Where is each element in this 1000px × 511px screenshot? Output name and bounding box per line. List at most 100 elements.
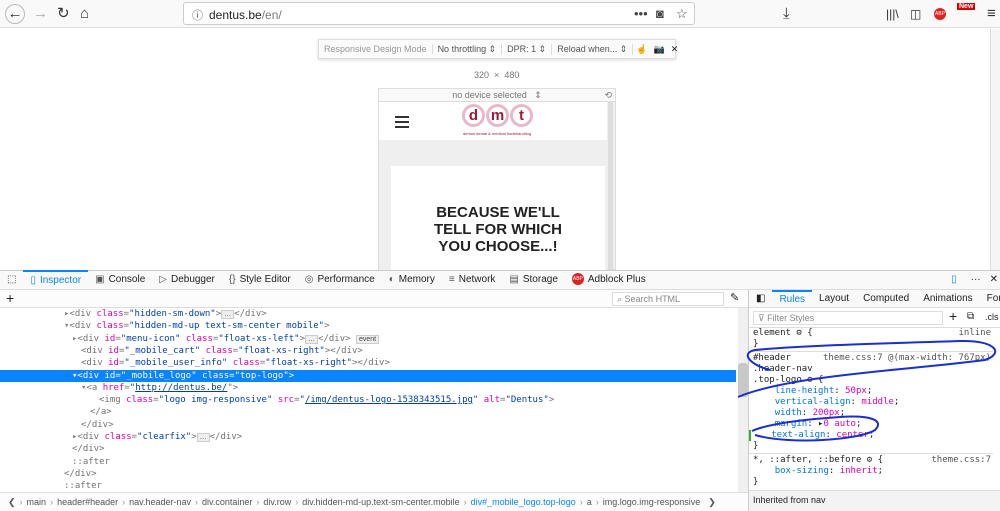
markup-node[interactable]: <div id="_mobile_cart" class="float-xs-r… <box>0 345 736 357</box>
responsive-mode-icon[interactable]: ▯ <box>944 270 964 290</box>
href-link[interactable]: http://dentus.be/ <box>135 383 227 393</box>
close-devtools-icon[interactable]: ✕ <box>988 270 1000 290</box>
rule-selector[interactable]: element ⚙ {inline <box>749 328 993 339</box>
site-logo[interactable]: d m t <box>462 104 533 127</box>
sidebar-icon[interactable]: ◫ <box>910 5 921 23</box>
markup-node[interactable]: </div> <box>0 443 736 455</box>
pocket-icon[interactable]: ◙ <box>656 6 664 21</box>
pick-element-icon[interactable]: ⬚ <box>0 270 23 290</box>
library-icon[interactable]: |||\ <box>886 5 899 23</box>
tab-layout[interactable]: Layout <box>812 290 856 308</box>
rule-selector[interactable]: #header theme.css:7 @(max-width: 767px) <box>749 353 993 364</box>
markup-node[interactable]: ▾<a href="http://dentus.be/"> <box>0 382 736 394</box>
declaration[interactable]: line-height: 50px; <box>749 386 993 397</box>
home-icon[interactable]: ⌂ <box>80 5 89 23</box>
menu-icon[interactable]: ≡ <box>987 5 996 23</box>
info-icon[interactable]: ⓘ <box>192 7 203 23</box>
markup-node[interactable]: ▸<div class="hidden-sm-down">… </div> <box>0 308 736 320</box>
tab-animations[interactable]: Animations <box>916 290 979 308</box>
declaration[interactable]: box-sizing: inherit; <box>749 466 993 477</box>
eyedropper-icon[interactable]: ✎ <box>730 291 739 304</box>
toggle-pane-icon[interactable]: ◧ <box>749 290 772 308</box>
markup-node[interactable]: </div> <box>0 468 736 480</box>
device-selector[interactable]: no device selected ⇕ ⟲ <box>379 89 615 102</box>
breadcrumb-item[interactable]: nav.header-nav <box>125 497 195 507</box>
rule-source[interactable]: inline <box>958 328 991 339</box>
markup-scrollbar-thumb[interactable] <box>738 363 748 397</box>
rule-selector[interactable]: *, ::after, ::before ⚙ {theme.css:7 <box>749 455 993 466</box>
close-icon[interactable]: ✕ <box>668 44 682 55</box>
breadcrumb-item[interactable]: div.row <box>259 497 295 507</box>
declaration[interactable]: text-align: center; <box>749 430 993 441</box>
tab-style-editor[interactable]: {} Style Editor <box>222 270 298 290</box>
tab-performance[interactable]: ◎ Performance <box>298 270 382 290</box>
breadcrumb-item[interactable]: a <box>583 497 596 507</box>
markup-node-selected[interactable]: ▾<div id="_mobile_logo" class="top-logo"… <box>0 369 736 382</box>
dpr-select[interactable]: DPR: 1 ⇕ <box>502 43 553 55</box>
throttling-select[interactable]: No throttling ⇕ <box>433 43 503 55</box>
declaration[interactable]: width: 200px; <box>749 408 993 419</box>
tab-fonts[interactable]: Fonts <box>980 290 1000 308</box>
markup-node[interactable]: </a> <box>0 406 736 418</box>
tab-rules[interactable]: Rules <box>772 289 813 308</box>
new-badge[interactable]: New <box>957 3 976 10</box>
markup-node[interactable]: </div> <box>0 419 736 431</box>
viewport-height[interactable]: 480 <box>504 70 519 80</box>
more-icon[interactable]: ··· <box>964 270 988 290</box>
viewport-width[interactable]: 320 <box>474 70 489 80</box>
breadcrumb-item[interactable]: div.hidden-md-up.text-sm-center.mobile <box>298 497 463 507</box>
forward-icon[interactable]: → <box>33 5 48 23</box>
breadcrumb-item-active[interactable]: div#_mobile_logo.top-logo <box>467 497 580 507</box>
device-frame: no device selected ⇕ ⟲ d m t dentus denta… <box>378 88 616 276</box>
download-icon[interactable]: ⤓ <box>783 5 790 23</box>
declaration[interactable]: margin: ▸0 auto; <box>749 419 993 430</box>
hamburger-icon[interactable] <box>395 116 409 131</box>
breadcrumb-next-icon[interactable]: ❯ <box>704 497 720 508</box>
breadcrumb-item[interactable]: img.logo.img-responsive <box>599 497 705 507</box>
tab-debugger[interactable]: ▷ Debugger <box>152 270 222 290</box>
tab-adblock-plus[interactable]: ABP Adblock Plus <box>565 270 653 290</box>
rule-source[interactable]: theme.css:7 @(max-width: 767px) <box>823 353 991 364</box>
tab-storage[interactable]: ▤ Storage <box>502 270 564 290</box>
device-scrollbar[interactable] <box>608 102 613 270</box>
breadcrumb-item[interactable]: div.container <box>198 497 256 507</box>
back-icon[interactable]: ← <box>5 4 25 24</box>
bookmark-star-icon[interactable]: ☆ <box>676 6 688 22</box>
tab-memory[interactable]: ◐ Memory <box>382 270 442 290</box>
markup-node[interactable]: <img class="logo img-responsive" src="/i… <box>0 394 736 406</box>
breadcrumb-item[interactable]: main <box>23 497 51 507</box>
tab-computed[interactable]: Computed <box>856 290 916 308</box>
filter-styles-input[interactable]: ⊽ Filter Styles <box>753 311 943 325</box>
src-link[interactable]: /img/dentus-logo-1538343515.jpg <box>305 395 473 405</box>
markup-scrollbar[interactable] <box>738 308 748 492</box>
markup-node[interactable]: ::after <box>0 480 736 492</box>
reload-icon[interactable]: ↻ <box>57 5 70 23</box>
tab-inspector[interactable]: ▯ Inspector <box>23 270 89 290</box>
markup-node[interactable]: ::after <box>0 456 736 468</box>
tab-console[interactable]: ▣ Console <box>88 270 152 290</box>
rule-source[interactable]: theme.css:7 <box>931 455 991 466</box>
add-rule-icon[interactable]: + <box>949 308 957 324</box>
search-html-input[interactable]: ⌕ Search HTML <box>612 292 724 306</box>
url-bar[interactable]: ⓘ dentus.be/en/ ••• ◙ ☆ <box>183 2 695 25</box>
touch-icon[interactable]: ☝ <box>633 44 650 55</box>
markup-node[interactable]: ▾<div class="hidden-md-up text-sm-center… <box>0 320 736 332</box>
tab-label: Inspector <box>39 275 82 286</box>
cls-toggle[interactable]: .cls <box>985 312 999 322</box>
markup-node[interactable]: ▸<div class="clearfix">… </div> <box>0 431 736 443</box>
add-node-icon[interactable]: + <box>6 290 14 306</box>
rotate-icon[interactable]: ⟲ <box>604 89 612 102</box>
declaration[interactable]: vertical-align: middle; <box>749 397 993 408</box>
page-scrollbar[interactable] <box>990 29 1000 270</box>
reload-select[interactable]: Reload when... ⇕ <box>552 43 634 55</box>
pseudo-class-icon[interactable]: ⧉ <box>967 311 974 322</box>
markup-node[interactable]: ▸<div id="menu-icon" class="float-xs-lef… <box>0 333 736 345</box>
breadcrumb-item[interactable]: header#header <box>53 497 122 507</box>
markup-node[interactable]: <div id="_mobile_user_info" class="float… <box>0 357 736 369</box>
adblock-icon[interactable]: ABP <box>934 8 946 20</box>
breadcrumb-prev-icon[interactable]: ❮ <box>4 497 20 508</box>
page-actions-icon[interactable]: ••• <box>634 6 648 21</box>
tab-network[interactable]: ≡ Network <box>442 270 503 290</box>
event-badge[interactable]: event <box>355 334 380 344</box>
screenshot-icon[interactable]: 📷 <box>651 44 668 55</box>
